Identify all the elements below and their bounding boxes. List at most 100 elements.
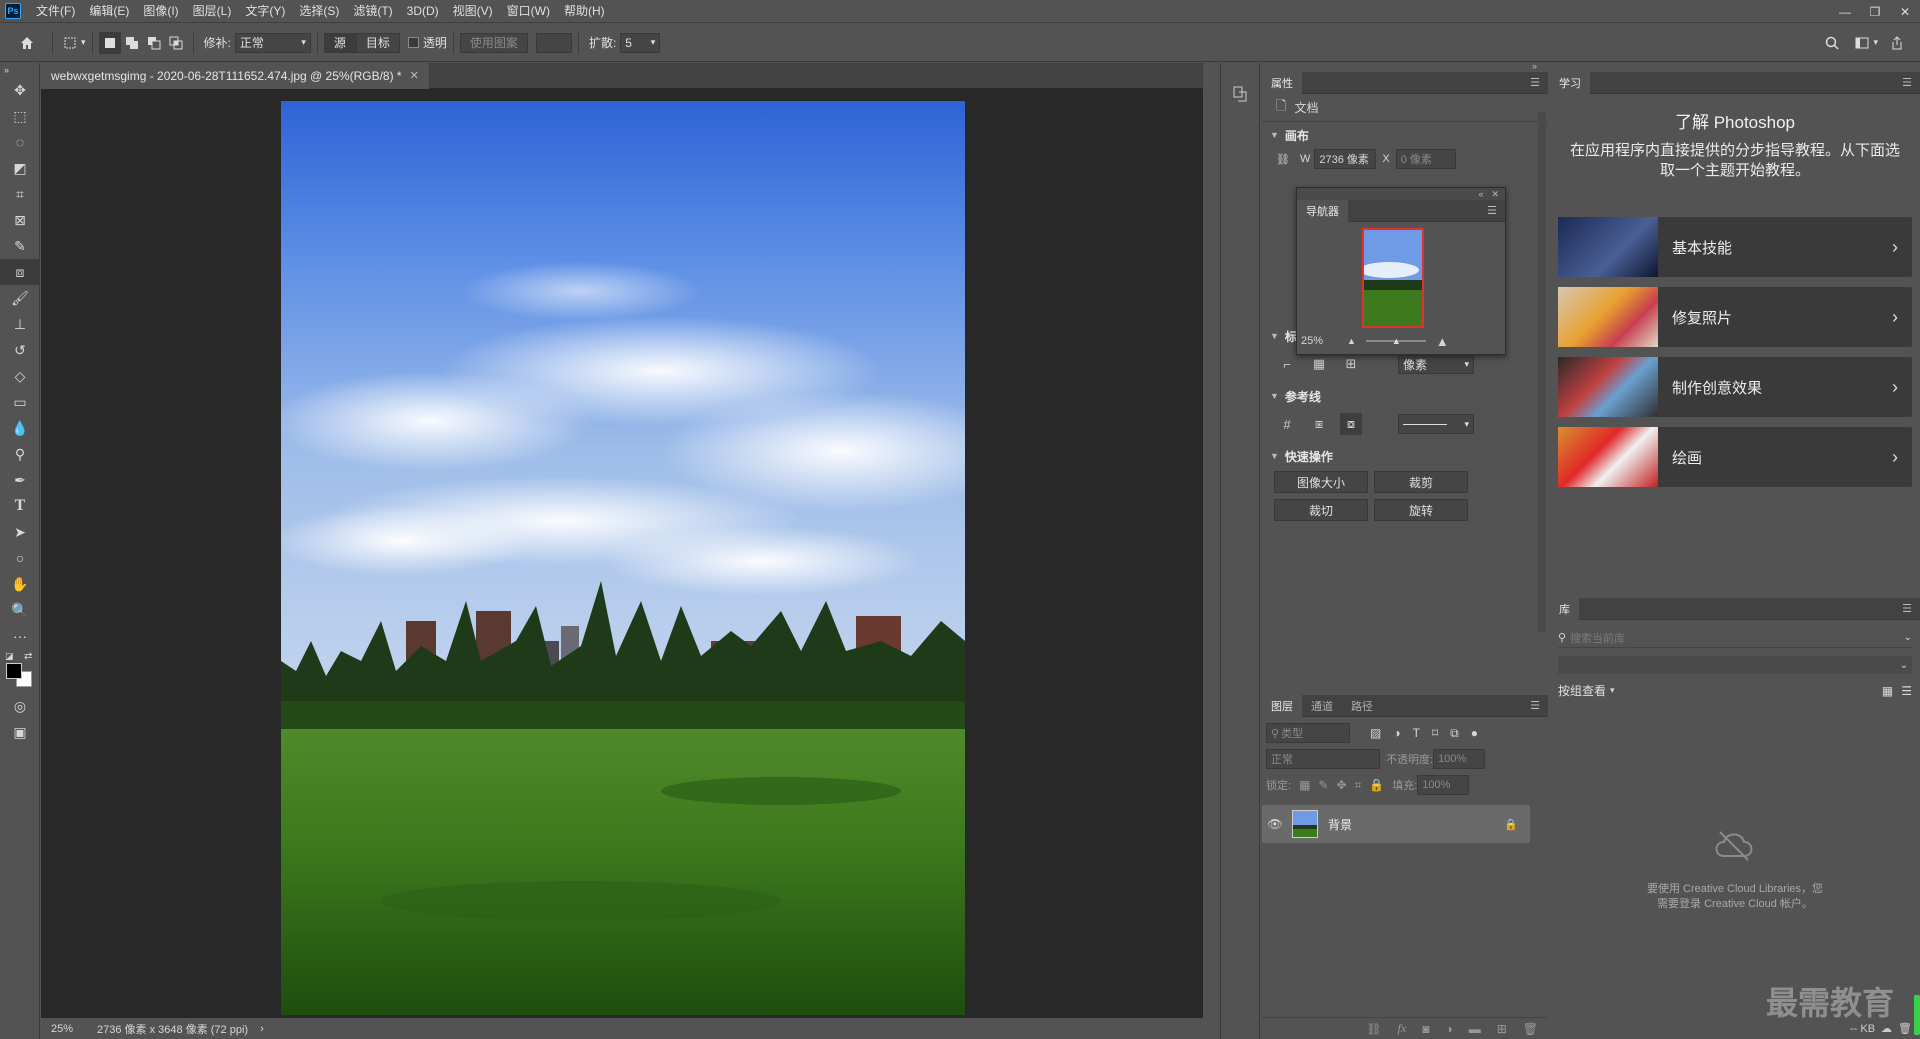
more-tools-icon[interactable]: ··· [0, 623, 40, 649]
chevron-down-icon[interactable]: ▾ [1610, 685, 1615, 696]
repair-mode-select[interactable]: 正常 ▾ [234, 32, 311, 53]
lock-transparent-icon[interactable]: ▦ [1299, 778, 1310, 792]
blend-mode-select[interactable]: 正常 [1266, 749, 1380, 769]
zoom-tool-icon[interactable]: 🔍 [0, 597, 40, 623]
eyedropper-tool-icon[interactable]: ✎ [0, 233, 40, 259]
history-brush-tool-icon[interactable]: ↺ [0, 337, 40, 363]
crop-button[interactable]: 裁剪 [1374, 471, 1468, 493]
document-tab[interactable]: webwxgetmsgimg - 2020-06-28T111652.474.j… [41, 62, 429, 89]
zoom-out-icon[interactable]: ▲ [1347, 336, 1356, 346]
menu-3d[interactable]: 3D(D) [400, 0, 446, 23]
new-selection-icon[interactable] [98, 31, 121, 54]
brush-tool-icon[interactable]: 🖌 [0, 285, 40, 311]
ruler-icon[interactable]: ⌐ [1276, 353, 1298, 375]
swap-colors-icon[interactable]: ⇄ [24, 651, 32, 662]
lock-move-icon[interactable]: ✥ [1336, 778, 1346, 792]
guide-style-select[interactable]: ▾ [1398, 414, 1474, 434]
transparent-checkbox[interactable]: 透明 [407, 34, 447, 51]
toolbar-collapse-icon[interactable]: » [0, 63, 40, 77]
target-button[interactable]: 目标 [355, 32, 400, 53]
menu-type[interactable]: 文字(Y) [238, 0, 292, 23]
navigator-titlebar[interactable]: « ✕ [1297, 188, 1505, 200]
layer-filter-select[interactable]: ⚲ 类型 [1266, 723, 1350, 743]
pattern-picker[interactable] [535, 32, 572, 53]
width-input[interactable]: 2736 像素 [1314, 149, 1377, 169]
blur-tool-icon[interactable]: 💧 [0, 415, 40, 441]
fill-input[interactable]: 100% [1417, 775, 1470, 795]
panel-menu-icon[interactable]: ☰ [1902, 602, 1912, 615]
new-layer-icon[interactable]: ⊞ [1497, 1022, 1507, 1036]
layer-row-background[interactable]: 👁 背景 🔒 [1262, 805, 1530, 843]
restore-icon[interactable]: ❐ [1860, 0, 1890, 23]
close-icon[interactable]: ✕ [1491, 189, 1499, 200]
patch-tool-icon[interactable]: ⧈ [0, 259, 40, 285]
quick-mask-icon[interactable]: ◎ [0, 693, 40, 719]
trim-button[interactable]: 裁切 [1274, 499, 1368, 521]
add-selection-icon[interactable] [121, 32, 143, 54]
stamp-tool-icon[interactable]: ⊥ [0, 311, 40, 337]
home-icon[interactable] [16, 32, 38, 54]
layer-name[interactable]: 背景 [1328, 816, 1352, 833]
tab-libraries[interactable]: 库 [1550, 597, 1579, 620]
tab-navigator[interactable]: 导航器 [1297, 199, 1348, 222]
collapse-right-icon[interactable]: » [1532, 61, 1537, 71]
opacity-input[interactable]: 100% [1433, 749, 1486, 769]
menu-view[interactable]: 视图(V) [446, 0, 500, 23]
chevron-right-icon[interactable]: › [260, 1023, 264, 1035]
adjustment-layer-icon[interactable]: ◑ [1445, 1022, 1452, 1036]
shape-tool-icon[interactable]: ○ [0, 545, 40, 571]
diffusion-select[interactable]: 5 ▾ [620, 32, 661, 53]
add-mask-icon[interactable]: ◙ [1422, 1022, 1429, 1036]
filter-adjust-icon[interactable]: ◑ [1393, 726, 1400, 740]
object-selection-tool-icon[interactable]: ◩ [0, 155, 40, 181]
unit-select[interactable]: 像素 ▾ [1398, 354, 1474, 374]
type-tool-icon[interactable]: T [0, 493, 40, 519]
menu-image[interactable]: 图像(I) [136, 0, 185, 23]
grid-view-icon[interactable]: ▦ [1882, 684, 1893, 698]
collapse-icon[interactable]: « [1478, 189, 1483, 199]
navigator-thumbnail[interactable] [1362, 228, 1424, 328]
status-zoom[interactable]: 25% [51, 1023, 73, 1035]
tab-layers[interactable]: 图层 [1262, 694, 1302, 717]
history-panel-icon[interactable] [1229, 83, 1251, 105]
group-view-button[interactable]: 按组查看 [1558, 682, 1606, 699]
close-window-icon[interactable]: ✕ [1890, 0, 1920, 23]
learn-card-painting[interactable]: 绘画 › [1558, 427, 1912, 487]
share-icon[interactable] [1886, 32, 1908, 54]
add-guides-icon[interactable]: ⧆ [1308, 413, 1330, 435]
patch-tool-preset-icon[interactable] [59, 32, 81, 54]
crop-tool-icon[interactable]: ⌗ [0, 181, 40, 207]
eraser-tool-icon[interactable]: ◇ [0, 363, 40, 389]
move-tool-icon[interactable]: ✥ [0, 77, 40, 103]
subtract-selection-icon[interactable] [143, 32, 165, 54]
slider-thumb-icon[interactable]: ▲ [1392, 336, 1401, 346]
quick-actions-section[interactable]: ▼ 快速操作 [1262, 445, 1548, 467]
hand-tool-icon[interactable]: ✋ [0, 571, 40, 597]
pen-tool-icon[interactable]: ✒ [0, 467, 40, 493]
filter-pixel-icon[interactable]: ▨ [1370, 726, 1381, 740]
workspace-icon[interactable] [1851, 32, 1873, 54]
library-select[interactable]: ⌄ [1558, 656, 1912, 674]
panel-menu-icon[interactable]: ☰ [1530, 699, 1540, 712]
canvas-section[interactable]: ▼ 画布 [1262, 124, 1548, 146]
new-group-icon[interactable]: ▬ [1469, 1022, 1481, 1036]
tab-learn[interactable]: 学习 [1550, 71, 1590, 94]
tab-properties[interactable]: 属性 [1262, 71, 1302, 94]
source-button[interactable]: 源 [323, 32, 356, 53]
use-pattern-button[interactable]: 使用图案 [459, 32, 528, 53]
tab-paths[interactable]: 路径 [1342, 695, 1382, 717]
chevron-down-icon[interactable]: ▾ [81, 37, 86, 48]
foreground-color-swatch[interactable] [6, 663, 22, 679]
menu-select[interactable]: 选择(S) [292, 0, 346, 23]
dodge-tool-icon[interactable]: ⚲ [0, 441, 40, 467]
list-view-icon[interactable]: ☰ [1901, 684, 1912, 698]
panel-menu-icon[interactable]: ☰ [1487, 204, 1497, 217]
frame-tool-icon[interactable]: ⊠ [0, 207, 40, 233]
lock-artboard-icon[interactable]: ⌗ [1355, 778, 1362, 793]
pixel-grid-icon[interactable]: ⊞ [1340, 353, 1362, 375]
zoom-slider[interactable]: ▲ [1365, 336, 1426, 346]
canvas-image[interactable] [281, 101, 965, 1015]
search-icon[interactable] [1821, 32, 1843, 54]
lasso-tool-icon[interactable]: ◌ [0, 129, 40, 155]
library-search[interactable]: ⚲ 搜索当前库 ⌄ [1558, 628, 1912, 648]
